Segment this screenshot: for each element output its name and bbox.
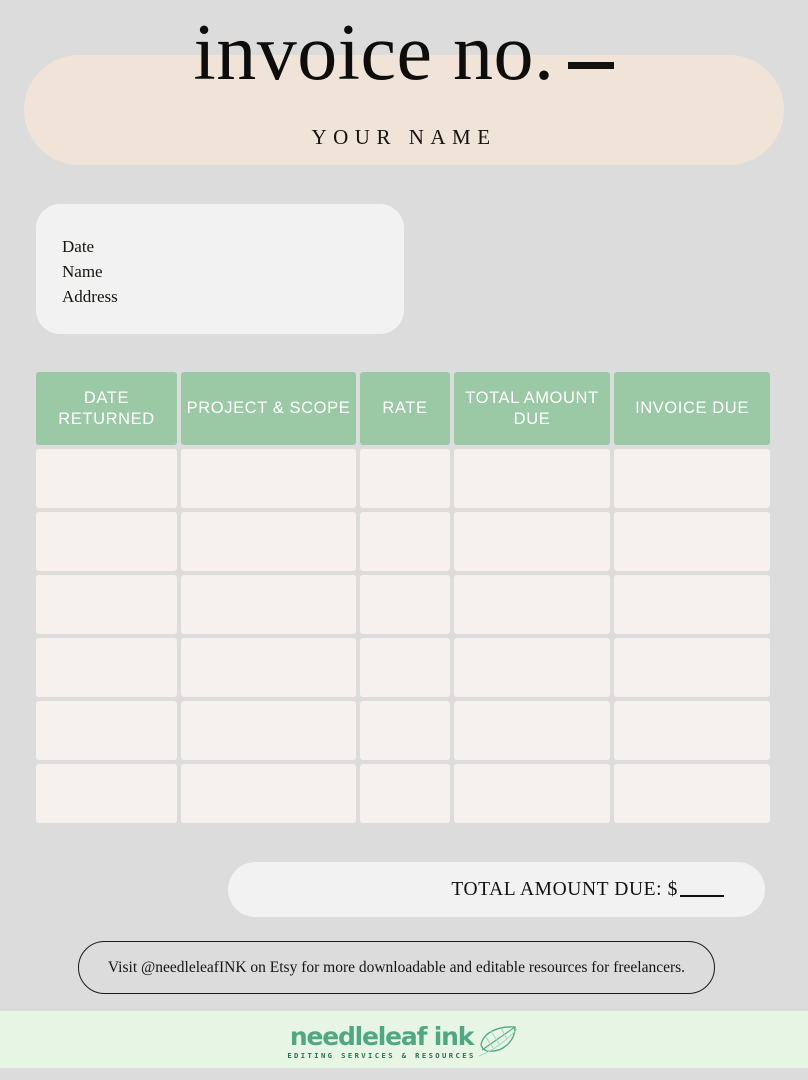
table-cell-total-amount-due[interactable] [454, 701, 610, 760]
table-cell-total-amount-due[interactable] [454, 764, 610, 823]
page-title: invoice no. [24, 13, 784, 93]
table-cell-total-amount-due[interactable] [454, 512, 610, 571]
table-row [36, 575, 772, 634]
client-info-lines: Date Name Address [62, 234, 118, 309]
column-header-date-returned: DATE RETURNED [36, 372, 177, 445]
table-row [36, 764, 772, 823]
column-header-rate: RATE [360, 372, 450, 445]
table-cell-rate[interactable] [360, 512, 450, 571]
brand-name: needleleaf ink [289, 1022, 475, 1051]
column-header-total-amount-due: TOTAL AMOUNT DUE [454, 372, 610, 445]
total-amount-due-input[interactable] [680, 882, 724, 897]
table-cell-date-returned[interactable] [36, 764, 177, 823]
table-cell-project-scope[interactable] [181, 449, 356, 508]
table-cell-rate[interactable] [360, 449, 450, 508]
footer-note-pill: Visit @needleleafINK on Etsy for more do… [78, 941, 715, 994]
business-name-placeholder[interactable]: YOUR NAME [24, 125, 784, 150]
column-header-project-scope: PROJECT & SCOPE [181, 372, 356, 445]
client-info-box[interactable]: Date Name Address [36, 204, 404, 334]
brand-tagline: EDITING SERVICES & RESOURCES [287, 1051, 476, 1060]
table-row [36, 449, 772, 508]
invoice-table: DATE RETURNED PROJECT & SCOPE RATE TOTAL… [36, 372, 772, 823]
brand-lockup: needleleaf ink EDITING SERVICES & RESOUR… [0, 1021, 808, 1064]
table-cell-invoice-due[interactable] [614, 575, 770, 634]
table-cell-invoice-due[interactable] [614, 764, 770, 823]
table-cell-rate[interactable] [360, 575, 450, 634]
table-cell-invoice-due[interactable] [614, 638, 770, 697]
table-row [36, 512, 772, 571]
table-cell-invoice-due[interactable] [614, 701, 770, 760]
table-cell-date-returned[interactable] [36, 638, 177, 697]
table-cell-date-returned[interactable] [36, 701, 177, 760]
table-cell-project-scope[interactable] [181, 701, 356, 760]
client-info-date-label[interactable]: Date [62, 234, 118, 259]
page-title-text: invoice no. [193, 9, 555, 97]
table-row [36, 701, 772, 760]
brand-footer-strip: needleleaf ink EDITING SERVICES & RESOUR… [0, 1011, 808, 1068]
client-info-name-label[interactable]: Name [62, 259, 118, 284]
table-cell-invoice-due[interactable] [614, 449, 770, 508]
table-cell-total-amount-due[interactable] [454, 575, 610, 634]
total-amount-due-bar: TOTAL AMOUNT DUE: $ [228, 862, 765, 917]
table-cell-rate[interactable] [360, 638, 450, 697]
footer-note-text: Visit @needleleafINK on Etsy for more do… [107, 958, 686, 976]
table-cell-project-scope[interactable] [181, 638, 356, 697]
client-info-address-label[interactable]: Address [62, 284, 118, 309]
table-row [36, 638, 772, 697]
table-cell-date-returned[interactable] [36, 512, 177, 571]
table-cell-project-scope[interactable] [181, 575, 356, 634]
table-cell-date-returned[interactable] [36, 449, 177, 508]
invoice-number-blank[interactable] [568, 62, 615, 69]
table-cell-project-scope[interactable] [181, 764, 356, 823]
invoice-header-banner: invoice no. YOUR NAME [24, 13, 784, 165]
total-amount-due-label-group: TOTAL AMOUNT DUE: $ [451, 862, 724, 917]
table-cell-total-amount-due[interactable] [454, 638, 610, 697]
table-cell-total-amount-due[interactable] [454, 449, 610, 508]
table-cell-rate[interactable] [360, 701, 450, 760]
table-cell-rate[interactable] [360, 764, 450, 823]
leaf-icon [477, 1023, 521, 1064]
column-header-invoice-due: INVOICE DUE [614, 372, 770, 445]
table-cell-invoice-due[interactable] [614, 512, 770, 571]
table-cell-date-returned[interactable] [36, 575, 177, 634]
total-amount-due-label: TOTAL AMOUNT DUE: $ [451, 878, 678, 900]
table-cell-project-scope[interactable] [181, 512, 356, 571]
table-header-row: DATE RETURNED PROJECT & SCOPE RATE TOTAL… [36, 372, 772, 445]
